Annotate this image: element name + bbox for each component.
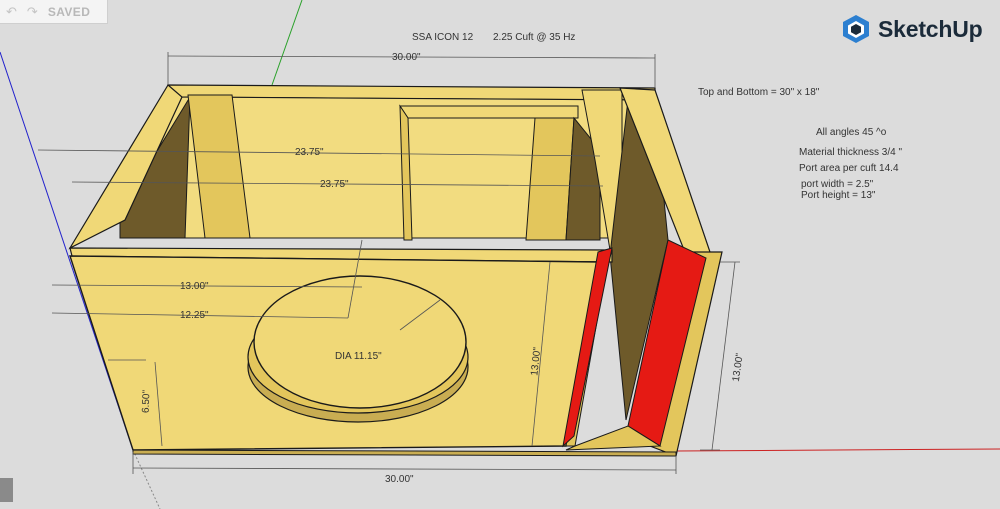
dim-depth-bottom: 12.25" (180, 310, 209, 321)
dim-diameter: DIA 11.15" (335, 351, 382, 362)
model-title: SSA ICON 12 (412, 32, 474, 43)
red-axis (675, 448, 1000, 452)
dim-top-width: 30.00" (392, 52, 421, 63)
note-material: Material thickness 3/4 " (799, 147, 903, 158)
dim-bottom-width: 30.00" (385, 474, 414, 485)
dim-depth-top: 13.00" (180, 281, 209, 292)
port-divider-top (399, 105, 579, 119)
note-port-height: Port height = 13" (801, 190, 876, 201)
bottom-edge (132, 449, 677, 457)
note-top-bottom: Top and Bottom = 30" x 18" (698, 87, 820, 98)
model-spec: 2.25 Cuft @ 35 Hz (493, 32, 576, 43)
note-port-area: Port area per cuft 14.4 (799, 163, 899, 174)
dim-inner-front: 23.75" (320, 179, 349, 190)
scrollbar-thumb[interactable] (0, 478, 13, 502)
dim-sub-offset: 6.50" (140, 389, 153, 414)
green-axis (271, 0, 303, 86)
red-axis-dotted (132, 449, 161, 509)
note-port-width: port width = 2.5" (801, 179, 874, 190)
dim-inner-back: 23.75" (295, 147, 324, 158)
note-angles: All angles 45 ^o (816, 127, 887, 138)
model-viewport[interactable] (0, 0, 1000, 509)
subwoofer-cutout (253, 275, 467, 409)
